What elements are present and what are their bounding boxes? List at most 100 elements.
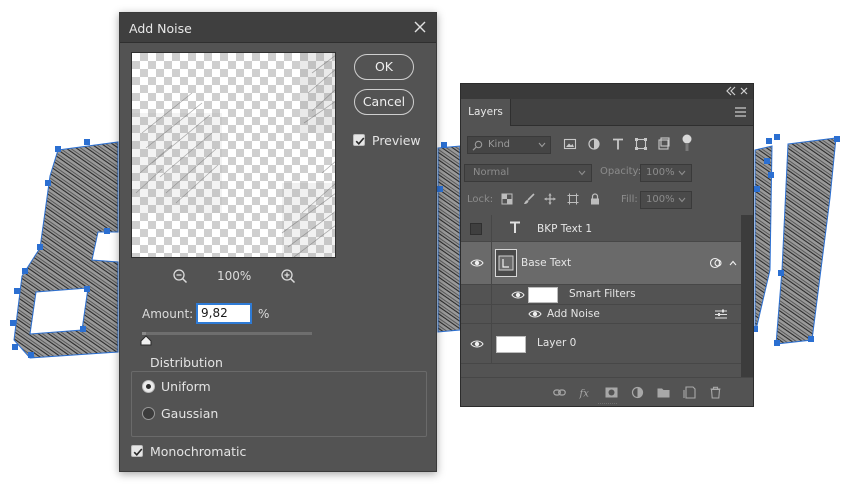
panel-topbar[interactable] [461,84,753,99]
preview-noise-texture [132,53,335,257]
chevron-up-icon[interactable] [729,260,737,266]
distribution-title: Distribution [146,355,227,370]
layer-list: BKP Text 1 Base Text Smart Filters Add N… [461,215,741,377]
smart-object-thumbnail [495,249,517,277]
row-divider [491,285,492,304]
lock-pixels-brush-icon[interactable] [523,193,535,205]
layer-name: Smart Filters [569,288,636,300]
gaussian-radio[interactable] [142,407,155,420]
lock-position-icon[interactable] [544,193,556,205]
row-divider [491,324,492,363]
fill-label: Fill: [621,194,638,205]
shape-filter-icon[interactable] [634,137,648,151]
eye-icon[interactable] [528,309,542,319]
preview-checkbox[interactable] [353,134,365,146]
left-letter-hole [29,287,89,335]
lock-all-icon[interactable] [589,193,601,205]
zoom-out-icon[interactable] [172,268,188,284]
link-layers-icon[interactable] [553,386,566,399]
dialog-titlebar[interactable]: Add Noise [120,13,436,43]
new-layer-icon[interactable] [683,386,696,399]
amount-slider-thumb[interactable] [140,335,152,346]
amount-unit: % [258,307,270,321]
resize-grip-icon[interactable] [598,402,618,405]
zoom-in-icon[interactable] [280,268,296,284]
layer-kind-filter[interactable]: Kind [467,136,551,154]
blend-mode-select[interactable]: Normal [464,164,592,182]
layer-row-layer-0[interactable]: Layer 0 [461,324,741,364]
tab-layers[interactable]: Layers [461,99,511,126]
search-icon [472,140,483,151]
close-icon[interactable] [412,19,428,35]
blend-mode-value: Normal [473,167,510,178]
opacity-label: Opacity: [600,166,642,177]
monochromatic-checkbox[interactable] [131,445,143,457]
trash-icon[interactable] [709,386,722,399]
middle-letter-shape [437,145,461,333]
layer-row-smart-filters[interactable]: Smart Filters [461,285,741,305]
filter-toggle-icon[interactable] [681,134,693,152]
layer-name: BKP Text 1 [537,223,593,235]
close-panel-icon[interactable] [739,86,749,96]
layer-name: Base Text [521,257,572,269]
chevron-down-icon [678,197,686,203]
layer-list-scrollbar[interactable] [741,215,753,377]
layer-row-add-noise-filter[interactable]: Add Noise [461,305,741,324]
smart-filter-mask-thumbnail [528,287,558,303]
chevron-down-icon [678,170,686,176]
smart-object-badge-icon [498,255,514,271]
preview-zoom-controls: 100% [131,267,336,287]
filter-blending-options-icon[interactable] [715,309,727,320]
layer-row-bkp-text-1[interactable]: BKP Text 1 [461,215,741,242]
adjustment-layer-icon[interactable] [631,386,644,399]
row-divider [491,305,492,323]
eye-icon[interactable] [470,258,484,268]
add-mask-icon[interactable] [605,386,618,399]
filter-preview[interactable] [131,52,336,258]
uniform-radio[interactable] [142,380,155,393]
opacity-value: 100% [646,167,675,178]
panel-tabbar: Layers [461,99,753,126]
visibility-toggle-off[interactable] [470,223,482,235]
layer-name: Add Noise [547,308,600,320]
collapse-panel-icon[interactable] [725,86,737,96]
layers-panel: Layers Kind Normal Opacity: 100% Lock: F… [460,83,754,407]
row-divider [491,242,492,284]
row-divider [491,215,492,241]
lock-artboard-icon[interactable] [567,193,579,205]
opacity-field[interactable]: 100% [640,164,692,182]
panel-menu-icon[interactable] [735,107,746,117]
dialog-title: Add Noise [129,21,192,36]
right-letter-shape-2 [775,137,837,345]
preview-label: Preview [372,133,421,148]
uniform-label: Uniform [161,379,211,394]
amount-input[interactable]: 9,82 [196,303,252,324]
smart-object-filter-icon[interactable] [657,137,671,151]
kind-label: Kind [488,139,511,150]
fill-field[interactable]: 100% [640,191,692,209]
layer-thumbnail [496,336,526,353]
amount-slider-track[interactable] [142,332,312,335]
chevron-down-icon [538,142,546,148]
chevron-down-icon [578,170,586,176]
svg-text:fx: fx [579,389,589,400]
monochromatic-label: Monochromatic [150,444,247,459]
cancel-button[interactable]: Cancel [354,89,414,115]
layer-name: Layer 0 [537,337,577,349]
fx-layer-style-icon[interactable]: fx [579,386,592,400]
type-filter-icon[interactable] [611,137,625,151]
amount-label: Amount: [142,307,194,321]
layers-footer: fx [461,377,753,406]
fill-value: 100% [646,194,675,205]
eye-icon[interactable] [511,290,525,300]
layer-row-base-text[interactable]: Base Text [461,242,741,285]
eye-icon[interactable] [470,339,484,349]
text-layer-icon [510,221,520,233]
image-filter-icon[interactable] [563,137,577,151]
lock-transparency-icon[interactable] [501,193,513,205]
adjustment-filter-icon[interactable] [587,137,601,151]
ok-button[interactable]: OK [354,54,414,80]
zoom-level: 100% [217,269,252,283]
folder-icon[interactable] [657,386,670,399]
smart-filter-link-icon[interactable] [709,257,723,269]
